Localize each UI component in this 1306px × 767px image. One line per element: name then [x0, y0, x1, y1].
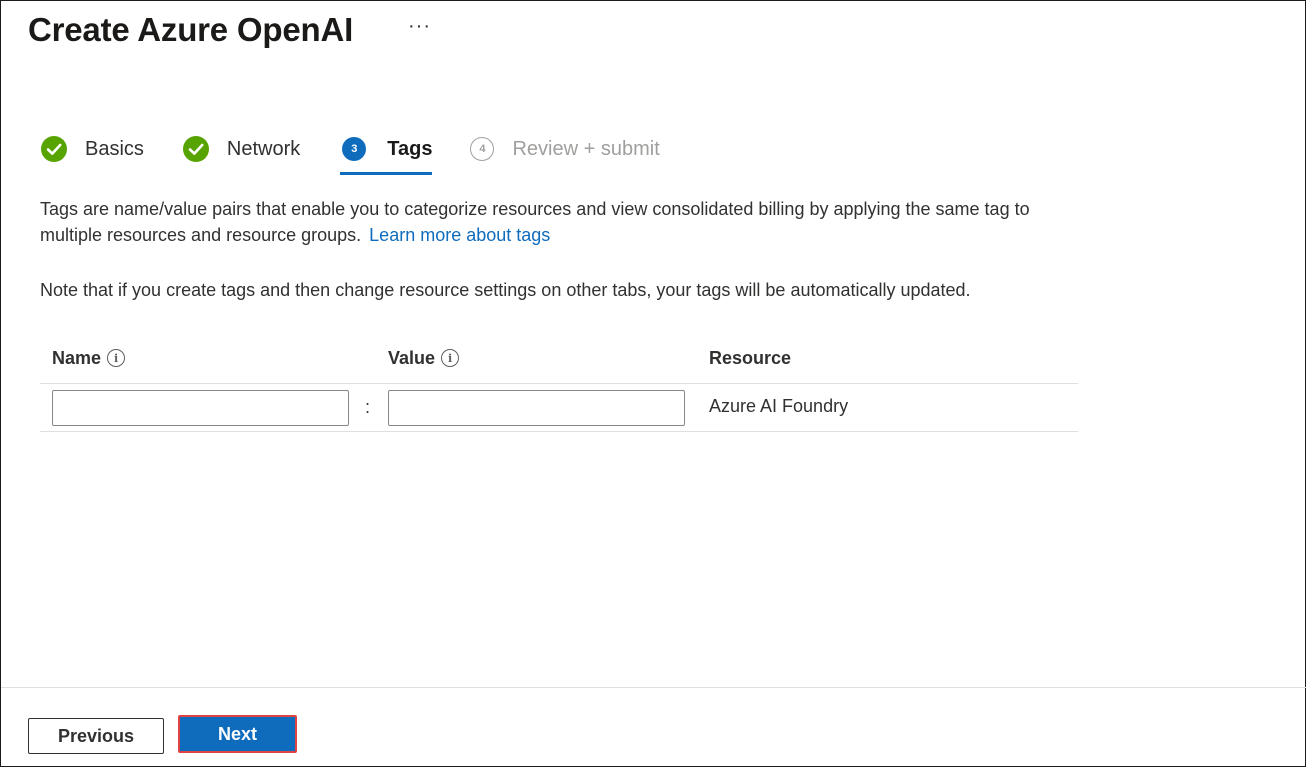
page-title: Create Azure OpenAI — [28, 11, 354, 48]
tag-value-input[interactable] — [388, 390, 685, 426]
tags-description: Tags are name/value pairs that enable yo… — [40, 196, 1080, 248]
tab-review-submit: 4 Review + submit — [468, 131, 660, 167]
tab-review-submit-label: Review + submit — [512, 137, 660, 160]
column-header-name: Name i — [52, 346, 126, 370]
table-divider — [40, 431, 1078, 432]
column-header-resource: Resource — [709, 347, 792, 368]
table-divider — [40, 383, 1078, 384]
create-resource-blade: Create Azure OpenAI ··· Basics Network 3… — [0, 0, 1306, 767]
info-icon[interactable]: i — [107, 349, 126, 367]
tag-name-input[interactable] — [52, 390, 349, 426]
wizard-tabs: Basics Network 3 Tags 4 Review + submit — [40, 131, 660, 177]
info-icon[interactable]: i — [441, 349, 460, 367]
next-button[interactable]: Next — [178, 715, 297, 753]
tags-note: Note that if you create tags and then ch… — [40, 280, 971, 300]
check-circle-icon — [40, 135, 68, 163]
tab-network-label: Network — [226, 137, 301, 160]
step-number-badge: 3 — [340, 135, 368, 163]
learn-more-link[interactable]: Learn more about tags — [369, 225, 550, 245]
name-value-separator: : — [365, 397, 371, 417]
tab-basics-label: Basics — [85, 137, 144, 160]
previous-button[interactable]: Previous — [28, 718, 164, 754]
footer-divider — [1, 687, 1306, 688]
column-header-value: Value i — [388, 346, 460, 370]
more-options-icon[interactable]: ··· — [408, 15, 431, 38]
tab-basics[interactable]: Basics — [40, 131, 144, 167]
tag-resource-value: Azure AI Foundry — [709, 396, 849, 416]
step-number-badge: 4 — [468, 135, 496, 163]
tab-network[interactable]: Network — [182, 131, 300, 167]
tab-tags[interactable]: 3 Tags — [340, 131, 433, 175]
tab-tags-label: Tags — [387, 137, 433, 160]
check-circle-icon — [182, 135, 210, 163]
